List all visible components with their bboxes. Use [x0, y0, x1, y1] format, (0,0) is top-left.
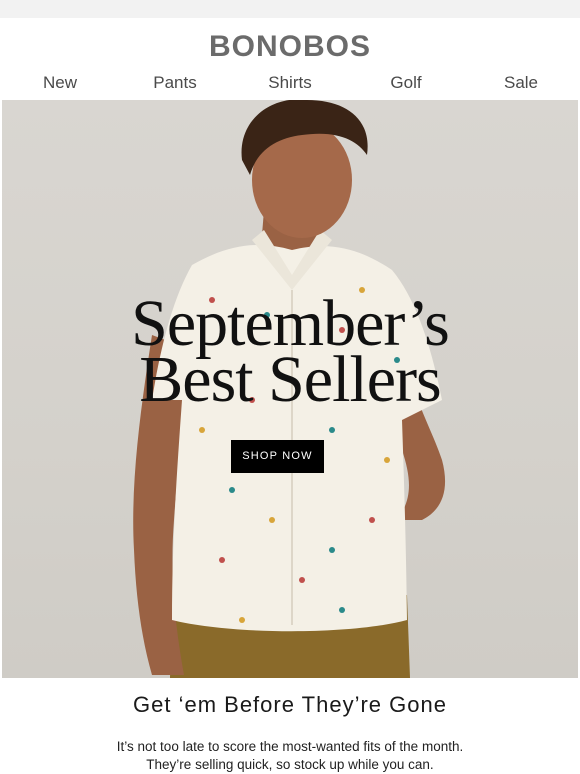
hero-headline-line2: Best Sellers — [139, 343, 441, 416]
brand-logo[interactable]: BONOBOS — [0, 30, 580, 64]
body-copy-line2: They’re selling quick, so stock up while… — [146, 757, 434, 772]
hero-banner[interactable]: September’s Best Sellers SHOP NOW — [2, 100, 578, 678]
body-copy: It’s not too late to score the most-want… — [0, 738, 580, 774]
nav-item-sale[interactable]: Sale — [504, 73, 538, 93]
section-subhead: Get ‘em Before They’re Gone — [133, 692, 447, 717]
email-header: BONOBOS New Pants Shirts Golf Sale — [0, 18, 580, 100]
nav-item-pants[interactable]: Pants — [153, 73, 196, 93]
nav-item-golf[interactable]: Golf — [390, 73, 421, 93]
top-strip — [0, 0, 580, 18]
shop-now-button[interactable]: SHOP NOW — [231, 440, 324, 473]
nav-item-shirts[interactable]: Shirts — [268, 73, 311, 93]
nav-item-new[interactable]: New — [43, 73, 77, 93]
hero-headline: September’s Best Sellers — [2, 291, 578, 416]
body-copy-line1: It’s not too late to score the most-want… — [116, 739, 464, 754]
nav-bar: New Pants Shirts Golf Sale — [0, 73, 580, 97]
